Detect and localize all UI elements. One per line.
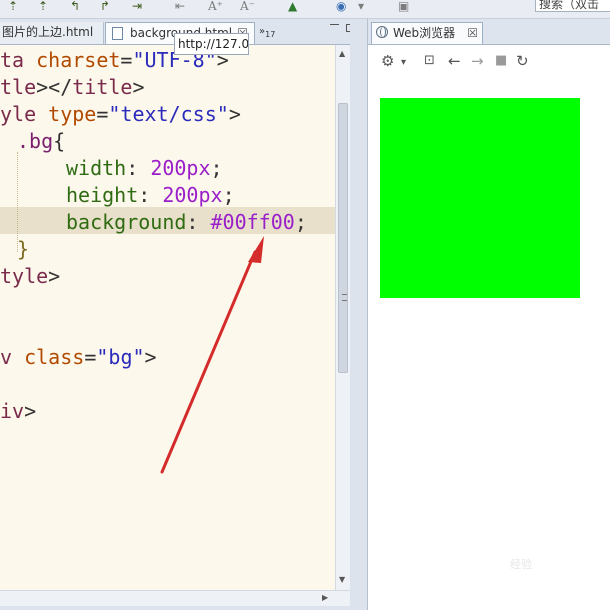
editor-vertical-scrollbar[interactable]: ▲ ▼: [335, 45, 351, 590]
run-icon[interactable]: ▲: [288, 0, 297, 12]
code-line-width: width: 200px;: [66, 156, 223, 180]
code-editor[interactable]: ta charset="UTF-8"> tle></title> yle typ…: [0, 45, 335, 600]
tab-overflow[interactable]: »17: [259, 22, 289, 44]
search-input[interactable]: 搜索（双击: [535, 0, 610, 12]
green-box: [380, 98, 580, 298]
font-increase-icon[interactable]: A⁺: [208, 0, 223, 12]
refresh-icon[interactable]: ↻: [516, 53, 529, 69]
code-line-title: tle></title>: [0, 75, 145, 99]
watermark-logo: 经验: [510, 558, 532, 571]
forward-icon[interactable]: →: [471, 53, 484, 69]
main-toolbar: ⇡ ⇡ ↰ ↱ ⇥ ⇤ A⁺ A⁻ ▲ ◉ ▾ ▣ 搜索（双击: [0, 0, 610, 19]
globe-icon[interactable]: ◉: [336, 0, 346, 12]
minimize-icon[interactable]: [330, 22, 339, 25]
editor-horizontal-scrollbar[interactable]: ▶: [0, 590, 350, 606]
arrow-right-icon[interactable]: ↱: [100, 0, 110, 12]
scroll-up-icon[interactable]: ▲: [339, 49, 345, 58]
code-line-div-open: v class="bg">: [0, 345, 157, 369]
overflow-count: 17: [265, 30, 276, 39]
html-file-icon: [112, 27, 123, 40]
console-icon[interactable]: ⊡: [424, 53, 435, 69]
arrow-in-icon[interactable]: ⇥: [132, 0, 142, 12]
code-line-div-close: iv>: [0, 399, 37, 423]
dropdown-icon[interactable]: ▾: [358, 0, 364, 12]
tab-label: Web浏览器: [393, 26, 456, 40]
code-line-background: background: #00ff00;: [66, 210, 307, 234]
page-icon[interactable]: ▣: [398, 0, 409, 12]
back-icon[interactable]: ←: [448, 53, 461, 69]
close-icon[interactable]: ☒: [467, 23, 478, 43]
pane-divider[interactable]: [350, 19, 366, 610]
gear-icon[interactable]: ⚙: [381, 53, 394, 69]
tab-web-browser[interactable]: Web浏览器 ☒: [371, 22, 483, 44]
scroll-down-icon[interactable]: ▼: [339, 575, 345, 584]
scrollbar-thumb[interactable]: [338, 103, 348, 373]
code-line-style-open: yle type="text/css">: [0, 102, 241, 126]
arrow-up-icon[interactable]: ⇡: [38, 0, 48, 12]
browser-viewport: [368, 81, 610, 610]
arrow-out-icon[interactable]: ⇤: [175, 0, 185, 12]
url-input[interactable]: http://127.0: [174, 33, 249, 55]
code-line-close-brace: }: [17, 237, 30, 261]
browser-navbar: ⚙ ▾ ⊡ ← → ■ ↻: [368, 45, 610, 79]
chevron-down-icon[interactable]: ▾: [401, 55, 406, 71]
code-line-selector: .bg{: [17, 129, 66, 153]
code-line-height: height: 200px;: [66, 183, 235, 207]
tab-image-top[interactable]: 图片的上边.html: [0, 22, 104, 44]
globe-icon: [376, 26, 388, 38]
web-browser-panel: Web浏览器 ☒ ⚙ ▾ ⊡ ← → ■ ↻: [367, 19, 610, 610]
arrow-left-icon[interactable]: ↰: [70, 0, 80, 12]
browser-tabbar: Web浏览器 ☒: [368, 19, 610, 45]
scroll-right-icon[interactable]: ▶: [322, 593, 328, 602]
arrow-up-icon[interactable]: ⇡: [8, 0, 18, 12]
stop-icon[interactable]: ■: [495, 53, 507, 69]
font-decrease-icon[interactable]: A⁻: [240, 0, 255, 12]
code-line-style-close: tyle>: [0, 264, 61, 288]
grip-icon: [342, 294, 347, 301]
